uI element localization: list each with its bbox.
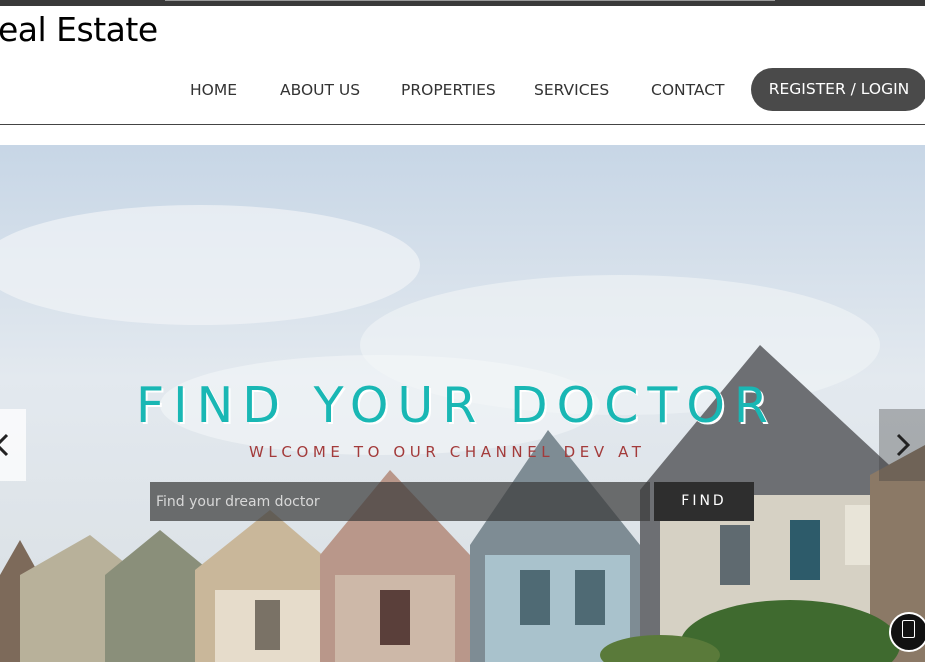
nav-about-us[interactable]: ABOUT US bbox=[280, 68, 360, 112]
hero-subtitle: WLCOME TO OUR CHANNEL DEV AT bbox=[249, 443, 646, 461]
brand-title[interactable]: eal Estate bbox=[0, 10, 158, 49]
nav-services[interactable]: SERVICES bbox=[534, 68, 609, 112]
prev-slide-button[interactable] bbox=[0, 409, 26, 481]
search-input[interactable] bbox=[150, 482, 650, 521]
top-strip-line bbox=[165, 0, 775, 1]
main-nav: HOME ABOUT US PROPERTIES SERVICES CONTAC… bbox=[0, 68, 925, 112]
header-divider bbox=[0, 124, 925, 125]
register-login-button[interactable]: REGISTER / LOGIN bbox=[751, 68, 925, 111]
nav-home[interactable]: HOME bbox=[190, 68, 237, 112]
nav-contact[interactable]: CONTACT bbox=[651, 68, 725, 112]
top-strip bbox=[0, 0, 925, 6]
chat-icon bbox=[902, 620, 915, 638]
chat-button[interactable] bbox=[889, 612, 925, 652]
find-button[interactable]: FIND bbox=[654, 482, 754, 521]
hero-title: FIND YOUR DOCTOR bbox=[136, 377, 777, 434]
chevron-right-icon bbox=[896, 433, 911, 457]
chevron-left-icon bbox=[0, 433, 9, 457]
next-slide-button[interactable] bbox=[879, 409, 925, 481]
nav-properties[interactable]: PROPERTIES bbox=[401, 68, 496, 112]
hero-slider: FIND YOUR DOCTOR WLCOME TO OUR CHANNEL D… bbox=[0, 145, 925, 662]
